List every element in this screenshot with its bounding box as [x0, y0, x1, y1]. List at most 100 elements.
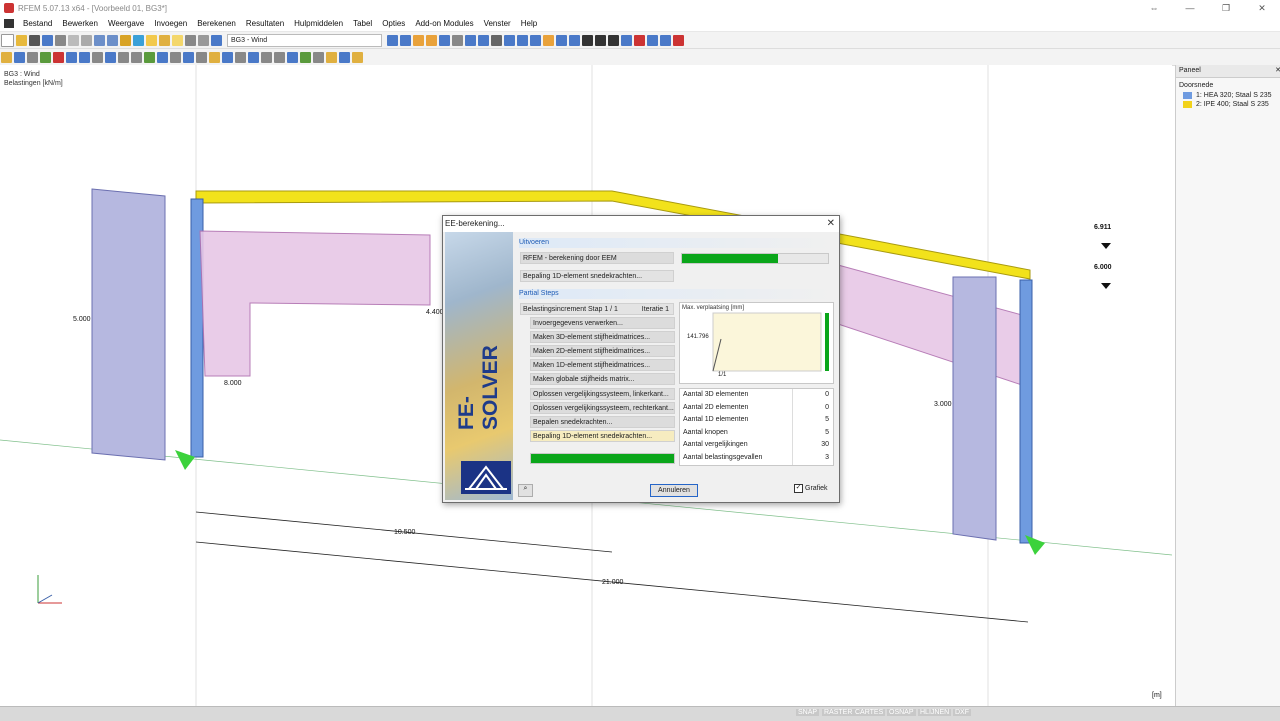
menu-bestand[interactable]: Bestand	[18, 19, 57, 28]
menu-addon[interactable]: Add-on Modules	[410, 19, 478, 28]
surface-icon[interactable]	[66, 51, 77, 63]
node-icon[interactable]	[1, 51, 12, 63]
loadcase-icon[interactable]	[211, 34, 222, 46]
status-cartes[interactable]: CARTES	[853, 709, 886, 716]
opening-icon[interactable]	[196, 51, 207, 63]
stop-icon[interactable]	[634, 34, 645, 46]
axis-icon[interactable]	[582, 34, 593, 46]
measure-icon[interactable]	[621, 34, 632, 46]
results-icon[interactable]	[413, 34, 424, 46]
menu-venster[interactable]: Venster	[479, 19, 516, 28]
mark-icon[interactable]	[608, 34, 619, 46]
zoom-all-icon[interactable]	[261, 51, 272, 63]
dialog-close-button[interactable]: ✕	[827, 216, 835, 232]
menu-help[interactable]: Help	[516, 19, 542, 28]
status-osnap[interactable]: OSNAP	[887, 709, 916, 716]
cancel-button[interactable]: Annuleren	[650, 484, 698, 497]
numbering-icon[interactable]	[300, 51, 311, 63]
display-icon[interactable]	[556, 34, 567, 46]
menu-tabel[interactable]: Tabel	[348, 19, 377, 28]
clip-icon[interactable]	[339, 51, 350, 63]
dimension-icon[interactable]	[352, 51, 363, 63]
restore-arrows-icon[interactable]: ⇔	[1136, 0, 1172, 16]
new-file-icon[interactable]	[1, 33, 14, 47]
view-z-icon[interactable]	[530, 34, 541, 46]
filter-icon[interactable]	[569, 34, 580, 46]
menu-opties[interactable]: Opties	[377, 19, 410, 28]
view-x-icon[interactable]	[504, 34, 515, 46]
edit-icon[interactable]	[120, 34, 131, 46]
menu-invoegen[interactable]: Invoegen	[149, 19, 192, 28]
sun-icon[interactable]	[146, 34, 157, 46]
graph-checkbox[interactable]: ✓ Grafiek	[794, 484, 828, 493]
line-icon[interactable]	[14, 51, 25, 63]
zoom-icon[interactable]	[452, 34, 463, 46]
doc-menu-icon[interactable]	[4, 19, 14, 28]
panel-close-icon[interactable]: ✕	[1275, 65, 1280, 77]
move-icon[interactable]	[105, 51, 116, 63]
zoom-window-icon[interactable]	[235, 51, 246, 63]
view-iso-icon[interactable]	[478, 34, 489, 46]
print-icon[interactable]	[55, 34, 66, 46]
folder-open-icon[interactable]	[172, 34, 183, 46]
page-setup-icon[interactable]	[81, 34, 92, 46]
menu-weergave[interactable]: Weergave	[103, 19, 149, 28]
globe-icon[interactable]	[133, 34, 144, 46]
redo-icon[interactable]	[107, 34, 118, 46]
grid-icon[interactable]	[198, 34, 209, 46]
window-select-icon[interactable]	[222, 51, 233, 63]
divide-icon[interactable]	[131, 51, 142, 63]
menu-resultaten[interactable]: Resultaten	[241, 19, 289, 28]
menu-bewerken[interactable]: Bewerken	[57, 19, 103, 28]
layer-icon[interactable]	[313, 51, 324, 63]
color-icon[interactable]	[326, 51, 337, 63]
window-icon[interactable]	[660, 34, 671, 46]
delete-icon[interactable]	[673, 34, 684, 46]
settings-icon[interactable]	[543, 34, 554, 46]
render-icon[interactable]	[274, 51, 285, 63]
member-icon[interactable]	[27, 51, 38, 63]
menu-berekenen[interactable]: Berekenen	[192, 19, 241, 28]
next-loadcase-icon[interactable]	[400, 34, 411, 46]
print-preview-icon[interactable]	[68, 34, 79, 46]
table-icon[interactable]	[185, 34, 196, 46]
menu-hulpmiddelen[interactable]: Hulpmiddelen	[289, 19, 348, 28]
rotate-icon[interactable]	[465, 34, 476, 46]
status-hlijnen[interactable]: HLIJNEN	[918, 709, 952, 716]
save-icon[interactable]	[29, 34, 40, 46]
checkbox-icon[interactable]: ✓	[794, 484, 803, 493]
loadcase-select[interactable]: BG3 - Wind	[227, 33, 382, 47]
material-icon[interactable]	[170, 51, 181, 63]
solid-icon[interactable]	[79, 51, 90, 63]
close-button[interactable]: ✕	[1244, 0, 1280, 16]
calc-icon[interactable]	[426, 34, 437, 46]
mirror-icon[interactable]	[118, 51, 129, 63]
search-button[interactable]: ⌕	[518, 484, 533, 497]
cross-icon[interactable]	[595, 34, 606, 46]
view-y-icon[interactable]	[517, 34, 528, 46]
model-view[interactable]: BG3 : Wind Belastingen [kN/m] 5.000 8.00…	[0, 65, 1172, 706]
load-icon[interactable]	[53, 51, 64, 63]
section-icon[interactable]	[157, 51, 168, 63]
status-snap[interactable]: SNAP	[796, 709, 820, 716]
hinge-icon[interactable]	[144, 51, 155, 63]
undo-icon[interactable]	[94, 34, 105, 46]
prev-loadcase-icon[interactable]	[387, 34, 398, 46]
deform-icon[interactable]	[439, 34, 450, 46]
save-all-icon[interactable]	[42, 34, 53, 46]
minimize-button[interactable]: —	[1172, 0, 1208, 16]
status-raster[interactable]: RASTER	[822, 709, 855, 716]
info-icon[interactable]	[647, 34, 658, 46]
pan-icon[interactable]	[248, 51, 259, 63]
view-grid-icon[interactable]	[491, 34, 502, 46]
set-icon[interactable]	[183, 51, 194, 63]
legend-label: 2: IPE 400; Staal S 235	[1196, 101, 1269, 108]
folder-icon[interactable]	[159, 34, 170, 46]
select-icon[interactable]	[209, 51, 220, 63]
maximize-button[interactable]: ❐	[1208, 0, 1244, 16]
copy-icon[interactable]	[92, 51, 103, 63]
support-icon[interactable]	[40, 51, 51, 63]
wire-icon[interactable]	[287, 51, 298, 63]
status-dxf[interactable]: DXF	[953, 709, 971, 716]
open-folder-icon[interactable]	[16, 34, 27, 46]
